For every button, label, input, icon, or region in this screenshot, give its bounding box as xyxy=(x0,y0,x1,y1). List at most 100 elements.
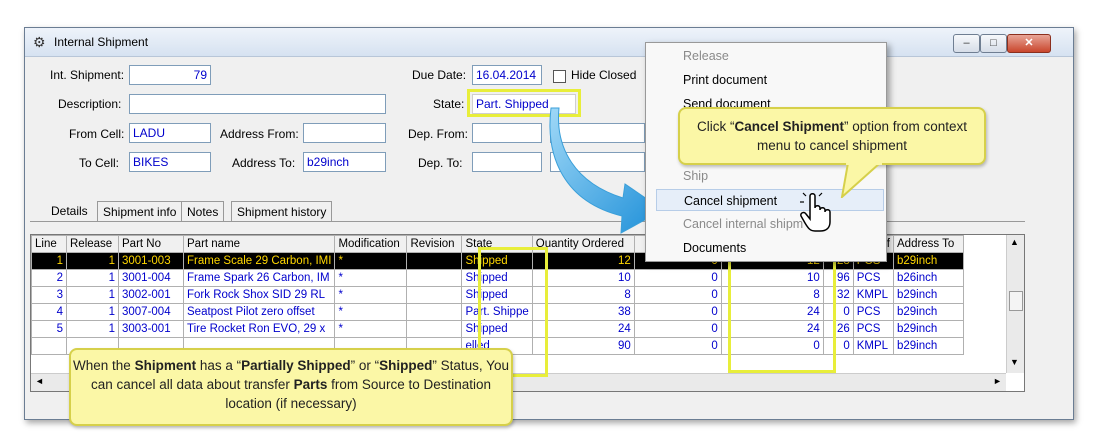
maximize-button[interactable]: □ xyxy=(980,34,1007,53)
callout-bottom-bold-parts: Parts xyxy=(293,377,328,392)
due-date-field[interactable]: 16.04.2014 xyxy=(472,65,542,85)
dep-from-label: Dep. From: xyxy=(408,127,469,141)
table-cell: 3001-004 xyxy=(118,269,184,287)
table-cell xyxy=(406,286,463,304)
table-cell: 0 xyxy=(633,320,722,338)
tab-details[interactable]: Details xyxy=(46,201,93,221)
description-label: Description: xyxy=(58,97,122,111)
tab-shipment-history[interactable]: Shipment history xyxy=(231,201,333,222)
table-cell xyxy=(406,320,463,338)
table-cell: 0 xyxy=(633,303,722,321)
table-cell: Tire Rocket Ron EVO, 29 x xyxy=(182,320,336,338)
table-cell: 1 xyxy=(31,252,67,270)
table-cell xyxy=(406,269,463,287)
from-cell-label: From Cell: xyxy=(69,127,125,141)
table-cell: 2 xyxy=(31,269,67,287)
int-shipment-field[interactable]: 79 xyxy=(129,65,211,85)
table-cell: b29inch xyxy=(893,320,964,338)
dep-to-label: Dep. To: xyxy=(418,156,463,170)
column-header[interactable]: Modification xyxy=(334,235,408,253)
callout-bottom-text-3: ” or “ xyxy=(350,358,380,373)
hand-cursor-icon xyxy=(800,192,831,232)
vertical-scrollbar[interactable]: ▲ ▼ xyxy=(1006,235,1024,373)
table-cell: 0 xyxy=(633,269,722,287)
column-header[interactable]: Address To xyxy=(893,235,964,253)
table-cell: 4 xyxy=(31,303,67,321)
table-cell: * xyxy=(334,286,408,304)
table-cell: PCS xyxy=(852,269,895,287)
table-cell: Fork Rock Shox SID 29 RL xyxy=(182,286,336,304)
from-cell-field[interactable]: LADU xyxy=(129,123,211,143)
address-from-label: Address From: xyxy=(220,127,299,141)
table-cell: 3007-004 xyxy=(118,303,184,321)
tab-notes[interactable]: Notes xyxy=(181,201,225,222)
table-cell: b29inch xyxy=(893,286,964,304)
table-cell: b26inch xyxy=(893,269,964,287)
column-header[interactable]: Revision xyxy=(406,235,463,253)
to-cell-field[interactable]: BIKES xyxy=(129,152,211,172)
table-cell: Frame Spark 26 Carbon, IM xyxy=(182,269,336,287)
scroll-left-icon[interactable]: ◄ xyxy=(35,376,44,386)
shipment-status-callout: When the Shipment has a “Partially Shipp… xyxy=(69,348,513,426)
dep-from-field[interactable] xyxy=(472,123,542,143)
table-cell: b29inch xyxy=(893,337,964,355)
menu-item-cancel-internal-shipment[interactable]: Cancel internal shipm xyxy=(656,213,876,235)
table-cell: Seatpost Pilot zero offset xyxy=(182,303,336,321)
callout-top-bold: Cancel Shipment xyxy=(734,119,844,134)
to-cell-label: To Cell: xyxy=(79,156,120,170)
table-cell xyxy=(406,303,463,321)
cancel-shipment-callout: Click “Cancel Shipment” option from cont… xyxy=(678,107,986,165)
table-cell: 1 xyxy=(66,303,119,321)
column-header[interactable]: Line xyxy=(31,235,67,253)
dep-to-field[interactable] xyxy=(472,152,542,172)
column-header[interactable]: Release xyxy=(66,235,119,253)
table-cell: 1 xyxy=(66,286,119,304)
title-bar[interactable]: ⚙ Internal Shipment – □ ✕ xyxy=(25,28,1073,57)
table-cell: 1 xyxy=(66,252,119,270)
int-shipment-label: Int. Shipment: xyxy=(50,68,125,82)
callout-pointer xyxy=(840,163,882,198)
address-from-field[interactable] xyxy=(303,123,386,143)
table-cell xyxy=(31,337,67,355)
column-header[interactable]: Part No xyxy=(118,235,184,253)
close-button[interactable]: ✕ xyxy=(1007,34,1051,53)
callout-bottom-text-2: has a “ xyxy=(196,358,242,373)
minimize-button[interactable]: – xyxy=(953,34,980,53)
table-cell: 3002-001 xyxy=(118,286,184,304)
scroll-up-icon[interactable]: ▲ xyxy=(1010,237,1019,247)
table-cell: b29inch xyxy=(893,252,964,270)
callout-bottom-bold-shipment: Shipment xyxy=(134,358,197,373)
table-cell: 0 xyxy=(633,286,722,304)
table-cell: * xyxy=(334,269,408,287)
callout-bottom-text-1: When the xyxy=(73,358,135,373)
tab-shipment-info[interactable]: Shipment info xyxy=(97,201,183,222)
menu-item-documents[interactable]: Documents xyxy=(656,237,876,259)
column-header[interactable]: Part name xyxy=(182,235,336,253)
menu-item-release[interactable]: Release xyxy=(656,45,876,67)
due-date-label: Due Date: xyxy=(412,68,467,82)
callout-top-pre: Click “ xyxy=(696,119,735,134)
table-cell: Frame Scale 29 Carbon, IMI xyxy=(182,252,336,270)
table-cell: PCS xyxy=(852,320,895,338)
table-cell: 3001-003 xyxy=(118,252,184,270)
table-cell: KMPL xyxy=(852,286,895,304)
hide-closed-label: Hide Closed xyxy=(571,68,637,82)
scroll-down-icon[interactable]: ▼ xyxy=(1010,357,1019,367)
callout-bottom-bold-partially-shipped: Partially Shipped xyxy=(241,358,351,373)
description-field[interactable] xyxy=(129,94,386,114)
table-cell: KMPL xyxy=(852,337,895,355)
table-cell: PCS xyxy=(852,303,895,321)
window-title: Internal Shipment xyxy=(54,35,149,49)
hide-closed-checkbox[interactable] xyxy=(553,70,566,83)
state-label: State: xyxy=(433,97,465,111)
menu-item-print-document[interactable]: Print document xyxy=(656,69,876,91)
address-to-field[interactable]: b29inch xyxy=(303,152,386,172)
quantity-column-highlight xyxy=(728,247,836,373)
scroll-right-icon[interactable]: ► xyxy=(993,376,1002,386)
table-cell: 5 xyxy=(31,320,67,338)
table-cell: * xyxy=(334,252,408,270)
scroll-thumb[interactable] xyxy=(1009,291,1023,311)
callout-bottom-bold-shipped: Shipped xyxy=(379,358,433,373)
table-cell: 3003-001 xyxy=(118,320,184,338)
table-cell: * xyxy=(334,320,408,338)
